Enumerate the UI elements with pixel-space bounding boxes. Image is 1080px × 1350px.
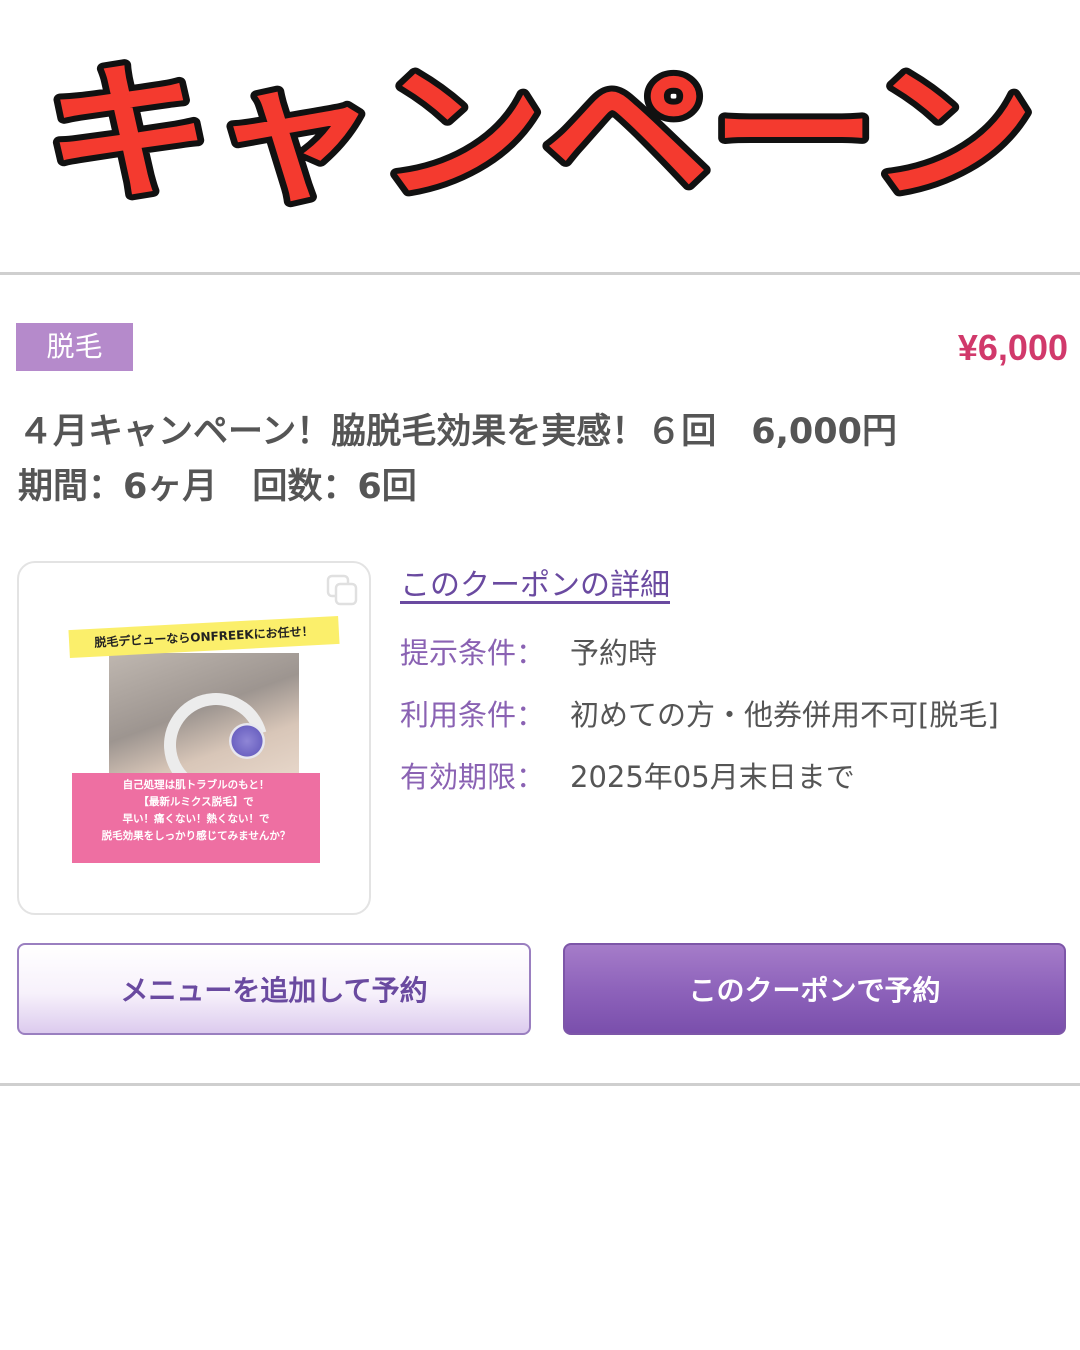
condition-row-present: 提示条件： 予約時	[400, 620, 999, 682]
promo-line: 脱毛効果をしっかり感じてみませんか？	[101, 830, 291, 842]
campaign-banner-title: キャンペーン	[39, 42, 1041, 226]
condition-row-expiry: 有効期限： 2025年05月末日まで	[400, 744, 999, 806]
coupon-detail-link[interactable]: このクーポンの詳細	[400, 560, 999, 620]
coupon-title-line2: 期間：6ヶ月 回数：6回	[18, 467, 417, 507]
coupon-reserve-button[interactable]: このクーポンで予約	[563, 943, 1066, 1035]
promo-line: 自己処理は肌トラブルのもと！	[122, 779, 270, 791]
condition-value: 初めての方・他券併用不可[脱毛]	[570, 698, 999, 732]
promo-line: 【最新ルミクス脱毛】で	[138, 796, 254, 808]
coupon-price: ¥6,000	[957, 327, 1068, 368]
condition-label: 利用条件：	[400, 698, 546, 732]
campaign-banner: キャンペーン	[0, 0, 1080, 260]
copy-icon	[326, 574, 358, 606]
promo-pink-box: 自己処理は肌トラブルのもと！ 【最新ルミクス脱毛】で 早い！痛くない！熱くない！…	[72, 773, 320, 863]
coupon-image[interactable]: 脱毛デビューならONFREEKにお任せ！ 自己処理は肌トラブルのもと！ 【最新ル…	[17, 561, 371, 915]
condition-label: 提示条件：	[400, 636, 546, 670]
add-menu-reserve-button[interactable]: メニューを追加して予約	[17, 943, 531, 1035]
campaign-banner-text: キャンペーン	[45, 48, 1035, 220]
promo-photo	[109, 653, 299, 817]
condition-value: 2025年05月末日まで	[570, 760, 855, 794]
epilator-head	[229, 723, 265, 759]
promo-line: 早い！痛くない！熱くない！で	[122, 813, 270, 825]
coupon-card: 脱毛 ¥6,000 ４月キャンペーン！脇脱毛効果を実感！６回 6,000円 期間…	[0, 272, 1080, 1086]
category-tag: 脱毛	[16, 323, 133, 371]
condition-label: 有効期限：	[400, 760, 546, 794]
coupon-title-line1: ４月キャンペーン！脇脱毛効果を実感！６回 6,000円	[18, 412, 897, 452]
promo-banner-text: 脱毛デビューならONFREEKにお任せ！	[68, 615, 340, 659]
promo-image: 脱毛デビューならONFREEKにお任せ！ 自己処理は肌トラブルのもと！ 【最新ル…	[68, 615, 340, 873]
condition-row-usage: 利用条件： 初めての方・他券併用不可[脱毛]	[400, 682, 999, 744]
coupon-title: ４月キャンペーン！脇脱毛効果を実感！６回 6,000円 期間：6ヶ月 回数：6回	[18, 405, 1058, 515]
condition-value: 予約時	[570, 636, 658, 670]
coupon-details: このクーポンの詳細 提示条件： 予約時 利用条件： 初めての方・他券併用不可[脱…	[400, 560, 999, 806]
